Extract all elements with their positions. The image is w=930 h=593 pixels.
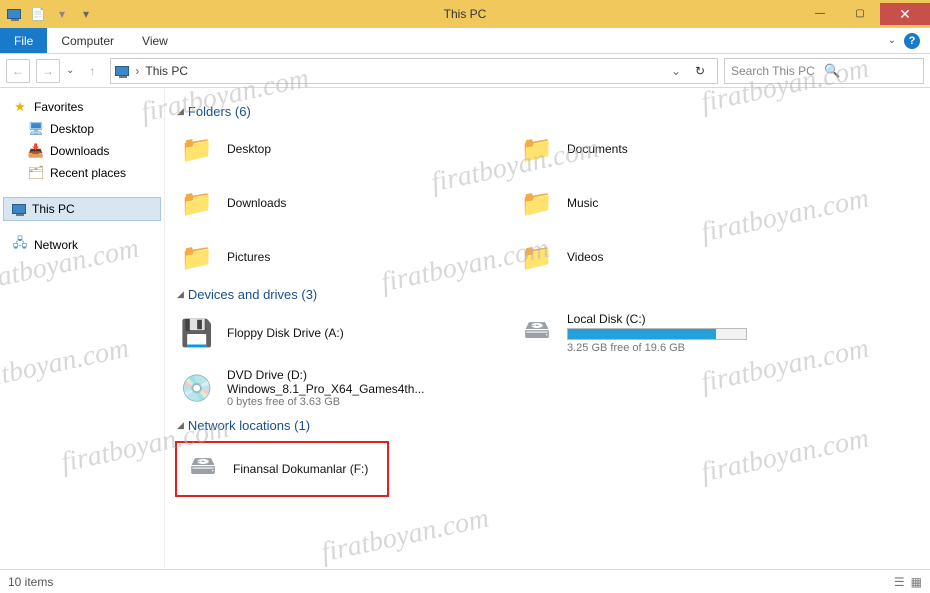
tile-label: Music xyxy=(567,196,598,210)
minimize-button[interactable]: — xyxy=(800,3,840,25)
network-icon: 🖧 xyxy=(12,237,28,253)
tile-label: DVD Drive (D:) xyxy=(227,368,424,382)
folder-icon: 📁 xyxy=(177,237,217,277)
tile-label: Desktop xyxy=(227,142,271,156)
sidebar-item-label: Desktop xyxy=(50,122,94,136)
qat-newfolder-icon[interactable]: 📄 xyxy=(28,4,48,24)
sidebar-item-desktop[interactable]: 🖥 Desktop xyxy=(4,118,160,140)
group-header-label: Devices and drives (3) xyxy=(188,287,317,302)
pc-icon xyxy=(115,66,129,76)
qat-undo-icon[interactable]: ▾ xyxy=(52,4,72,24)
group-header-folders[interactable]: ◢ Folders (6) xyxy=(177,104,922,119)
sidebar-item-label: This PC xyxy=(32,202,75,216)
floppy-icon: 💾 xyxy=(177,313,217,353)
folder-tile-documents[interactable]: 📁 Documents xyxy=(517,129,817,169)
drive-tile-localdisk[interactable]: 🖴 Local Disk (C:) 3.25 GB free of 19.6 G… xyxy=(517,312,817,354)
folder-tile-music[interactable]: 📁 Music xyxy=(517,183,817,223)
search-icon: 🔍 xyxy=(824,63,917,79)
group-header-label: Network locations (1) xyxy=(188,418,310,433)
sidebar-item-label: Downloads xyxy=(50,144,109,158)
folder-icon: 📁 xyxy=(177,183,217,223)
folder-tile-videos[interactable]: 📁 Videos xyxy=(517,237,817,277)
desktop-icon: 🖥 xyxy=(28,121,44,137)
titlebar: 📄 ▾ ▾ This PC — ▢ ✕ xyxy=(0,0,930,28)
downloads-icon: 📥 xyxy=(28,143,44,159)
pc-icon xyxy=(12,204,26,214)
tile-label: Documents xyxy=(567,142,628,156)
drive-tile-floppy[interactable]: 💾 Floppy Disk Drive (A:) xyxy=(177,312,477,354)
window-title: This PC xyxy=(444,7,487,21)
group-header-drives[interactable]: ◢ Devices and drives (3) xyxy=(177,287,922,302)
tile-subtext: 0 bytes free of 3.63 GB xyxy=(227,396,424,408)
tab-computer[interactable]: Computer xyxy=(47,28,128,53)
search-placeholder: Search This PC xyxy=(731,64,824,78)
collapse-icon: ◢ xyxy=(177,420,184,431)
nav-recent-icon[interactable]: ⌄ xyxy=(66,65,74,76)
search-input[interactable]: Search This PC 🔍 xyxy=(724,58,924,84)
sidebar-item-downloads[interactable]: 📥 Downloads xyxy=(4,140,160,162)
maximize-button[interactable]: ▢ xyxy=(840,3,880,25)
help-icon[interactable]: ? xyxy=(904,33,920,49)
close-button[interactable]: ✕ xyxy=(880,3,930,25)
sidebar-item-label: Network xyxy=(34,238,78,252)
qat-customize-icon[interactable]: ▾ xyxy=(76,4,96,24)
disk-usage-bar xyxy=(567,328,747,340)
folder-icon: 📁 xyxy=(517,129,557,169)
sidebar-favorites-label: Favorites xyxy=(34,100,83,114)
address-dropdown-icon[interactable]: ⌄ xyxy=(671,64,681,78)
folder-tile-downloads[interactable]: 📁 Downloads xyxy=(177,183,477,223)
group-header-label: Folders (6) xyxy=(188,104,251,119)
address-location: This PC xyxy=(145,64,188,78)
star-icon: ★ xyxy=(12,99,28,115)
folder-icon: 📁 xyxy=(517,237,557,277)
address-bar[interactable]: › This PC ⌄ ↻ xyxy=(110,58,718,84)
dvd-icon: 💿 xyxy=(177,368,217,408)
tile-label: Finansal Dokumanlar (F:) xyxy=(233,462,368,476)
tile-label: Downloads xyxy=(227,196,286,210)
nav-up-button[interactable]: ↑ xyxy=(80,59,104,83)
sidebar-favorites[interactable]: ★ Favorites xyxy=(4,96,160,118)
sidebar-item-recent[interactable]: 🗂 Recent places xyxy=(4,162,160,184)
view-details-button[interactable]: ☰ xyxy=(894,575,905,589)
harddisk-icon: 🖴 xyxy=(517,313,557,353)
sidebar: ★ Favorites 🖥 Desktop 📥 Downloads 🗂 Rece… xyxy=(0,88,165,568)
nav-forward-button[interactable]: → xyxy=(36,59,60,83)
view-tiles-button[interactable]: ▦ xyxy=(911,575,922,589)
tile-label: Floppy Disk Drive (A:) xyxy=(227,326,344,340)
folder-icon: 📁 xyxy=(177,129,217,169)
nav-back-button[interactable]: ← xyxy=(6,59,30,83)
drive-tile-dvd[interactable]: 💿 DVD Drive (D:) Windows_8.1_Pro_X64_Gam… xyxy=(177,368,817,408)
refresh-button[interactable]: ↻ xyxy=(687,64,713,78)
folder-tile-desktop[interactable]: 📁 Desktop xyxy=(177,129,477,169)
status-count: 10 items xyxy=(8,575,53,589)
tile-label: Local Disk (C:) xyxy=(567,312,747,326)
sidebar-item-thispc[interactable]: This PC xyxy=(4,198,160,220)
qat-properties-icon[interactable] xyxy=(4,4,24,24)
tile-label: Pictures xyxy=(227,250,270,264)
recent-icon: 🗂 xyxy=(28,165,44,181)
tile-label2: Windows_8.1_Pro_X64_Games4th... xyxy=(227,382,424,396)
tab-file[interactable]: File xyxy=(0,28,47,53)
folder-icon: 📁 xyxy=(517,183,557,223)
content-pane: ◢ Folders (6) 📁 Desktop 📁 Documents 📁 Do… xyxy=(165,88,930,568)
tile-label: Videos xyxy=(567,250,603,264)
ribbon: File Computer View ⌄ ? xyxy=(0,28,930,54)
navbar: ← → ⌄ ↑ › This PC ⌄ ↻ Search This PC 🔍 xyxy=(0,54,930,88)
ribbon-collapse-icon[interactable]: ⌄ xyxy=(888,35,896,46)
collapse-icon: ◢ xyxy=(177,106,184,117)
sidebar-item-label: Recent places xyxy=(50,166,126,180)
collapse-icon: ◢ xyxy=(177,289,184,300)
network-drive-icon: 🖴 xyxy=(183,449,223,489)
folder-tile-pictures[interactable]: 📁 Pictures xyxy=(177,237,477,277)
chevron-right-icon: › xyxy=(135,64,139,78)
sidebar-item-network[interactable]: 🖧 Network xyxy=(4,234,160,256)
tab-view[interactable]: View xyxy=(128,28,182,53)
group-header-network[interactable]: ◢ Network locations (1) xyxy=(177,418,922,433)
tile-subtext: 3.25 GB free of 19.6 GB xyxy=(567,342,747,354)
statusbar: 10 items ☰ ▦ xyxy=(0,569,930,593)
network-tile-finansal[interactable]: 🖴 Finansal Dokumanlar (F:) xyxy=(177,443,387,495)
